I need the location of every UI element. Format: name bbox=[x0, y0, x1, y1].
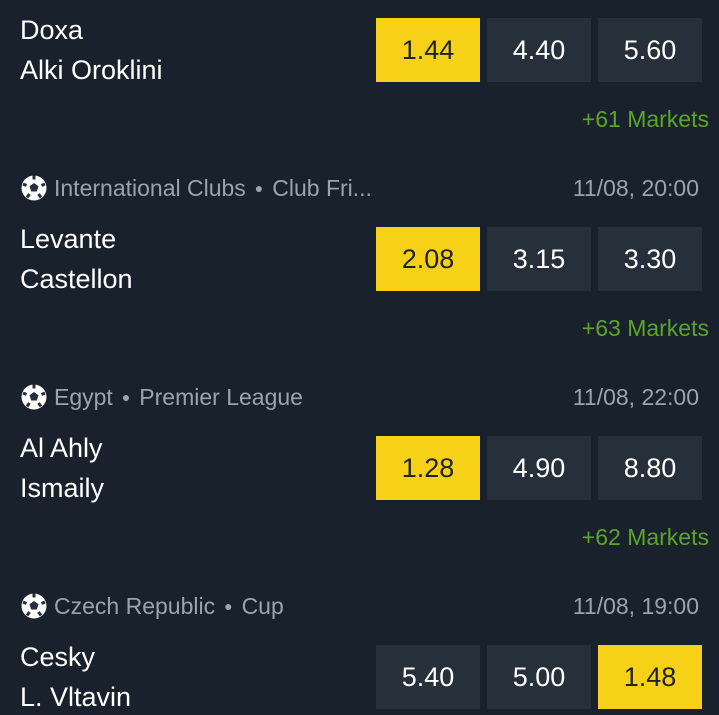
odd-home-button[interactable]: 5.40 bbox=[376, 645, 480, 709]
odd-away-button[interactable]: 3.30 bbox=[598, 227, 702, 291]
odd-home-button[interactable]: 1.28 bbox=[376, 436, 480, 500]
teams: Al Ahly Ismaily bbox=[20, 428, 104, 508]
league-info: Czech Republic ● Cup bbox=[20, 592, 284, 620]
kickoff-time: 11/08, 22:00 bbox=[572, 383, 699, 410]
odd-draw-button[interactable]: 4.40 bbox=[487, 18, 591, 82]
kickoff-time: 11/08, 19:00 bbox=[572, 592, 699, 619]
league-competition: Premier League bbox=[139, 383, 303, 410]
league-country: Czech Republic bbox=[54, 592, 216, 619]
home-team: Al Ahly bbox=[20, 433, 103, 463]
match-meta: International Clubs ● Club Fri... 11/08,… bbox=[20, 173, 699, 203]
away-team: L. Vltavin bbox=[20, 682, 132, 712]
odd-away-button[interactable]: 5.60 bbox=[598, 18, 702, 82]
more-markets-link[interactable]: +62 Markets bbox=[582, 524, 709, 551]
odd-away-button[interactable]: 1.48 bbox=[598, 645, 702, 709]
odds-row: 1.28 4.90 8.80 bbox=[376, 436, 702, 500]
odd-draw-button[interactable]: 5.00 bbox=[487, 645, 591, 709]
odd-draw-button[interactable]: 4.90 bbox=[487, 436, 591, 500]
soccer-ball-icon bbox=[21, 593, 47, 619]
more-markets-link[interactable]: +63 Markets bbox=[582, 315, 709, 342]
match-list: Doxa Alki Oroklini 1.44 4.40 5.60 +61 Ma… bbox=[0, 0, 719, 715]
odd-home-button[interactable]: 2.08 bbox=[376, 227, 480, 291]
teams: Doxa Alki Oroklini bbox=[20, 10, 163, 90]
away-team: Castellon bbox=[20, 264, 133, 294]
league-competition: Cup bbox=[241, 592, 284, 619]
odds-row: 5.40 5.00 1.48 bbox=[376, 645, 702, 709]
league-info: International Clubs ● Club Fri... bbox=[20, 174, 372, 202]
soccer-ball-icon bbox=[21, 384, 47, 410]
teams: Levante Castellon bbox=[20, 219, 133, 299]
odd-home-button[interactable]: 1.44 bbox=[376, 18, 480, 82]
odds-row: 2.08 3.15 3.30 bbox=[376, 227, 702, 291]
league-info: Egypt ● Premier League bbox=[20, 383, 303, 411]
league-competition: Club Fri... bbox=[272, 174, 372, 201]
teams: Cesky L. Vltavin bbox=[20, 637, 131, 715]
league-country: International Clubs bbox=[54, 174, 246, 201]
separator-dot: ● bbox=[121, 389, 131, 405]
soccer-ball-icon bbox=[21, 175, 47, 201]
away-team: Ismaily bbox=[20, 473, 105, 503]
away-team: Alki Oroklini bbox=[20, 55, 163, 85]
home-team: Cesky bbox=[20, 642, 96, 672]
match-meta: Egypt ● Premier League 11/08, 22:00 bbox=[20, 382, 699, 412]
home-team: Doxa bbox=[20, 15, 84, 45]
league-country: Egypt bbox=[54, 383, 113, 410]
odd-away-button[interactable]: 8.80 bbox=[598, 436, 702, 500]
home-team: Levante bbox=[20, 224, 117, 254]
separator-dot: ● bbox=[254, 180, 264, 196]
odds-row: 1.44 4.40 5.60 bbox=[376, 18, 702, 82]
odd-draw-button[interactable]: 3.15 bbox=[487, 227, 591, 291]
separator-dot: ● bbox=[224, 598, 233, 614]
kickoff-time: 11/08, 20:00 bbox=[572, 174, 699, 201]
match-meta: Czech Republic ● Cup 11/08, 19:00 bbox=[20, 591, 699, 621]
more-markets-link[interactable]: +61 Markets bbox=[582, 106, 709, 133]
